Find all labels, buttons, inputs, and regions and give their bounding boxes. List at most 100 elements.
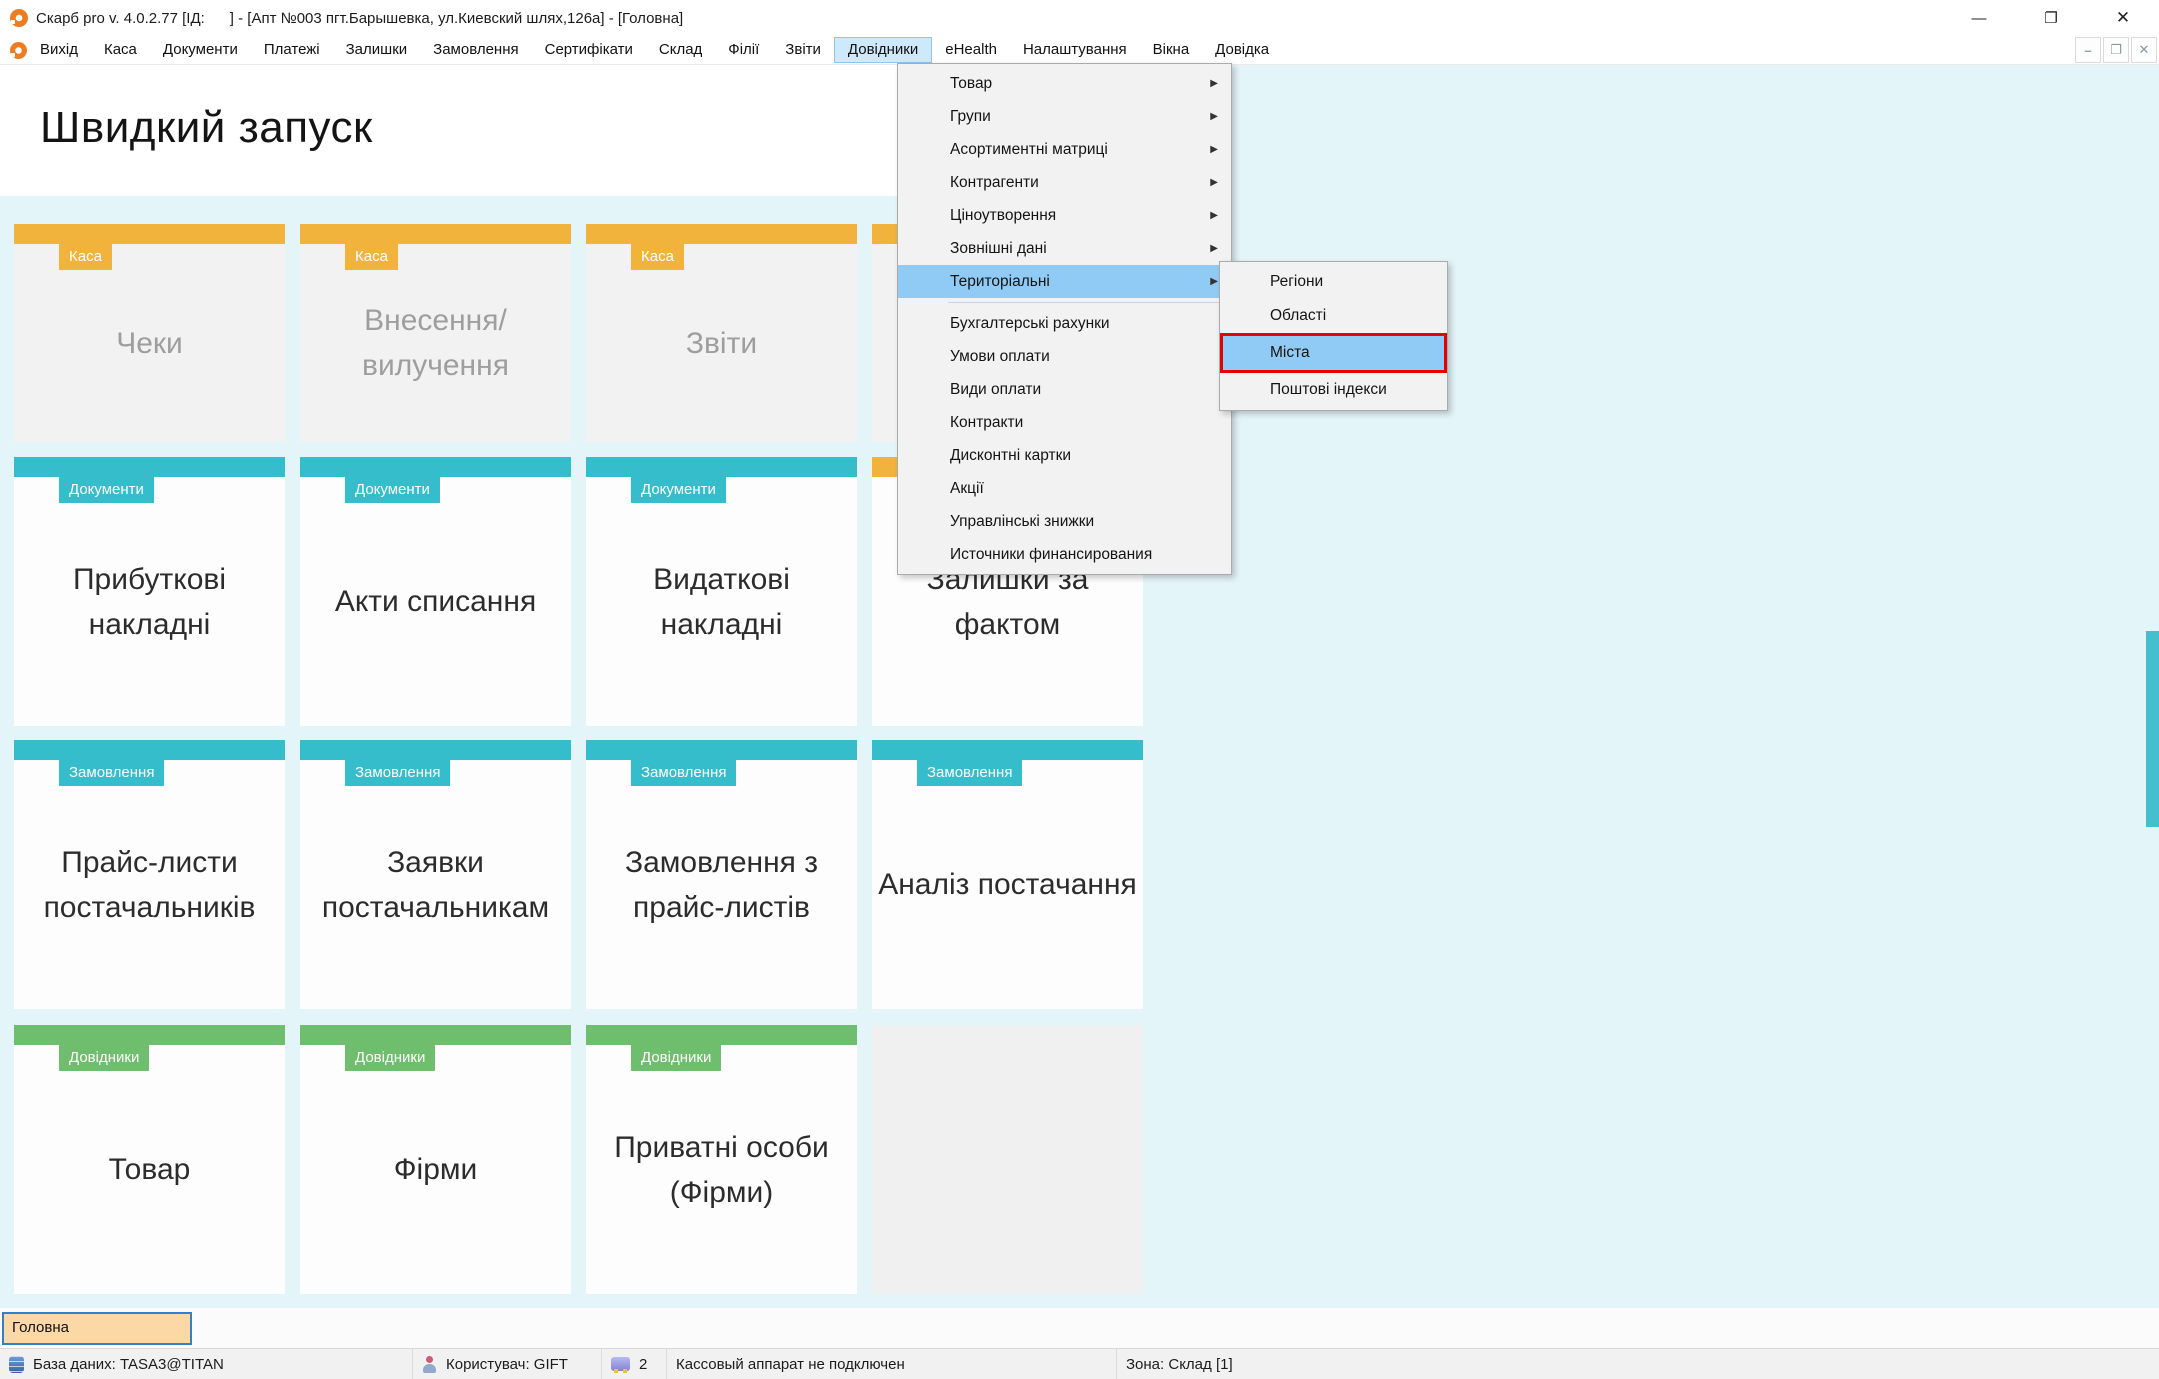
submenu-arrow-icon: ▶ [1210,166,1218,199]
menu-vikna[interactable]: Вікна [1140,37,1203,63]
window-controls: — ❐ ✕ [1943,0,2159,36]
menu-dovidka[interactable]: Довідка [1202,37,1282,63]
submenu-item-poshtovi-indeksy[interactable]: Поштові індекси [1220,373,1447,407]
dovidnyky-dropdown-menu: Товар▶ Групи▶ Асортиментні матриці▶ Конт… [897,63,1232,575]
mdi-minimize-button[interactable]: – [2075,37,2101,63]
menu-zamovlennia[interactable]: Замовлення [420,37,531,63]
tile-label: Прибуткові накладні [14,477,285,726]
tile-label: Прайс-листи постачальників [14,760,285,1009]
minimize-button[interactable]: — [1943,0,2015,36]
tile-label: Видаткові накладні [586,477,857,726]
menu-sklad[interactable]: Склад [646,37,715,63]
database-icon [9,1356,24,1373]
tile-bar [300,224,571,244]
menu-item-tsinoutvorennia[interactable]: Ціноутворення▶ [898,199,1231,232]
tile-bar [586,457,857,477]
mdi-window-controls: – ❐ ✕ [2075,37,2157,63]
tile-row-zamovlennia: Замовлення Прайс-листи постачальників За… [14,740,1143,1009]
window-title: Скарб pro v. 4.0.2.77 [ІД: ] - [Апт №003… [36,10,683,27]
tile-bar [586,1025,857,1045]
menu-dokumenty[interactable]: Документи [150,37,251,63]
submenu-item-rehiony[interactable]: Регіони [1220,265,1447,299]
menu-item-zovnishni-dani[interactable]: Зовнішні дані▶ [898,232,1231,265]
menu-item-terytorialni[interactable]: Територіальні▶ [898,265,1231,298]
submenu-item-oblasti[interactable]: Області [1220,299,1447,333]
tile-bar [872,740,1143,760]
mdi-close-button[interactable]: ✕ [2131,37,2157,63]
menu-ehealth[interactable]: eHealth [932,37,1010,63]
menu-zalyshky[interactable]: Залишки [333,37,421,63]
tile-vnesennia-vyluchennia[interactable]: Каса Внесення/вилучення [300,224,571,442]
tile-akty-spysannia[interactable]: Документи Акти списання [300,457,571,726]
menu-zvity[interactable]: Звіти [772,37,834,63]
tile-pryvatni-osoby[interactable]: Довідники Приватні особи (Фірми) [586,1025,857,1294]
menu-nalashtuvannia[interactable]: Налаштування [1010,37,1140,63]
tile-label: Заявки постачальникам [300,760,571,1009]
page-title: Швидкий запуск [0,65,900,153]
restore-button[interactable]: ❐ [2015,0,2087,36]
tile-cheky[interactable]: Каса Чеки [14,224,285,442]
app-logo-icon [10,9,28,27]
tile-firmy[interactable]: Довідники Фірми [300,1025,571,1294]
status-register-count: 2 [602,1349,667,1379]
submenu-arrow-icon: ▶ [1210,265,1218,298]
tile-tovar[interactable]: Довідники Товар [14,1025,285,1294]
tile-label: Внесення/вилучення [300,244,571,442]
mdi-restore-button[interactable]: ❐ [2103,37,2129,63]
user-icon [422,1356,437,1373]
tile-zvity[interactable]: Каса Звіти [586,224,857,442]
menu-bar: Вихід Каса Документи Платежі Залишки Зам… [0,36,2159,65]
tab-row: Головна [0,1308,2159,1348]
menu-platezhi[interactable]: Платежі [251,37,333,63]
menu-sertyfikaty[interactable]: Сертифікати [532,37,646,63]
tile-bar [14,740,285,760]
tile-zamovlennia-z-prais-lystiv[interactable]: Замовлення Замовлення з прайс-листів [586,740,857,1009]
tile-prybutkovi-nakladni[interactable]: Документи Прибуткові накладні [14,457,285,726]
submenu-arrow-icon: ▶ [1210,67,1218,100]
tile-bar [14,1025,285,1045]
tile-label: Аналіз постачання [872,760,1143,1009]
menu-item-kontrakty[interactable]: Контракти [898,406,1231,439]
menu-item-asortymentni-matrytsi[interactable]: Асортиментні матриці▶ [898,133,1231,166]
menu-item-vydy-oplaty[interactable]: Види оплати [898,373,1231,406]
menu-item-aktsii[interactable]: Акції [898,472,1231,505]
menu-item-bukhhalterski-rakhunky[interactable]: Бухгалтерські рахунки [898,307,1231,340]
tab-holovna[interactable]: Головна [2,1312,192,1345]
mdi-app-logo-icon [10,42,27,59]
menu-item-umovy-oplaty[interactable]: Умови оплати [898,340,1231,373]
tile-label: Замовлення з прайс-листів [586,760,857,1009]
tile-prais-lysty-postachalnykiv[interactable]: Замовлення Прайс-листи постачальників [14,740,285,1009]
menu-kasa[interactable]: Каса [91,37,150,63]
menu-vyhid[interactable]: Вихід [27,37,91,63]
menu-item-tovar[interactable]: Товар▶ [898,67,1231,100]
tile-vydatkovi-nakladni[interactable]: Документи Видаткові накладні [586,457,857,726]
menu-filii[interactable]: Філії [715,37,772,63]
submenu-arrow-icon: ▶ [1210,100,1218,133]
tile-bar [14,224,285,244]
submenu-arrow-icon: ▶ [1210,232,1218,265]
menu-item-istochniki-finansirovaniya[interactable]: Источники финансирования [898,538,1231,571]
cash-register-icon [611,1357,630,1371]
terytorialni-submenu: Регіони Області Міста Поштові індекси [1219,261,1448,411]
submenu-item-mista[interactable]: Міста [1220,333,1447,373]
status-user: Користувач: GIFT [413,1349,602,1379]
menu-item-upravlinski-znyzhky[interactable]: Управлінські знижки [898,505,1231,538]
status-bar: База даних: TASA3@TITAN Користувач: GIFT… [0,1348,2159,1379]
menu-item-hrupy[interactable]: Групи▶ [898,100,1231,133]
tile-label: Фірми [300,1045,571,1294]
tile-label: Чеки [14,244,285,442]
page-header: Швидкий запуск [0,65,900,196]
tile-bar [586,740,857,760]
scrollbar-thumb[interactable] [2146,631,2159,827]
menu-dovidnyky[interactable]: Довідники [834,37,932,63]
tile-analiz-postachannia[interactable]: Замовлення Аналіз постачання [872,740,1143,1009]
menu-separator [948,302,1228,303]
close-button[interactable]: ✕ [2087,0,2159,36]
submenu-arrow-icon: ▶ [1210,199,1218,232]
status-register-state: Кассовый аппарат не подключен [667,1349,1117,1379]
status-zone: Зона: Склад [1] [1117,1349,2159,1379]
menu-item-kontrahenty[interactable]: Контрагенти▶ [898,166,1231,199]
menu-item-dyskontni-kartky[interactable]: Дисконтні картки [898,439,1231,472]
tile-row-dovidnyky: Довідники Товар Довідники Фірми Довідник… [14,1025,1143,1294]
tile-zaiavky-postachalnykam[interactable]: Замовлення Заявки постачальникам [300,740,571,1009]
